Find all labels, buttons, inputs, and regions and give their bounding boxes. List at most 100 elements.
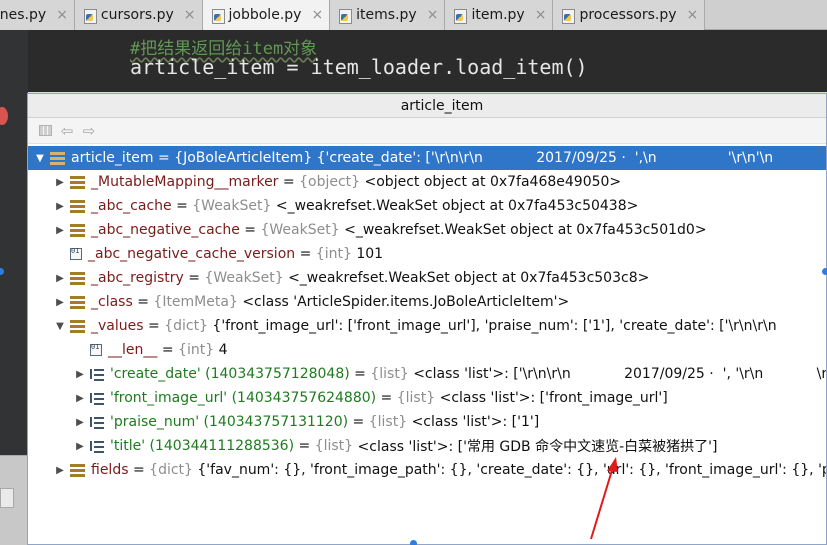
close-icon[interactable]: × [687, 8, 699, 22]
field-icon [70, 295, 85, 309]
tree-row[interactable]: ▶ _MutableMapping__marker = {object} <obj… [28, 170, 826, 194]
tree-row[interactable]: ▶ _class = {ItemMeta} <class 'ArticleSpid… [28, 290, 826, 314]
variable-name: _values [91, 318, 144, 334]
resize-handle-bottom[interactable] [410, 540, 417, 545]
tree-row[interactable]: ▶ _abc_negative_cache = {WeakSet} <_weakr… [28, 218, 826, 242]
equals-sign: = [143, 318, 165, 334]
variable-value: 101 [356, 246, 384, 262]
tab-3[interactable]: items.py × [330, 0, 446, 30]
variable-value: <class 'list'>: ['\r\n\r\n 2017/09/25 · … [413, 366, 826, 382]
python-file-icon [338, 8, 353, 24]
field-icon [70, 175, 85, 189]
collapsed-arrow-icon[interactable]: ▶ [52, 297, 68, 308]
variable-name: __len__ [108, 342, 158, 358]
tree-row[interactable]: ▶ _abc_registry = {WeakSet} <_weakrefset.… [28, 266, 826, 290]
collapsed-arrow-icon[interactable]: ▶ [72, 393, 88, 404]
field-icon [70, 223, 85, 237]
tree-row[interactable]: _abc_negative_cache_version = {int} 101 [28, 242, 826, 266]
equals-sign: = [295, 246, 316, 262]
variable-type: {dict} [164, 318, 208, 334]
tree-row[interactable]: ▶ 'front_image_url' (140343757624880) = {… [28, 386, 826, 410]
expanded-arrow-icon[interactable]: ▼ [52, 321, 68, 332]
popup-toolbar: ⇦ ⇨ [28, 118, 826, 144]
tree-row[interactable]: ▶ 'title' (140344111288536) = {list} <cla… [28, 434, 826, 458]
tree-row[interactable]: ▼ _values = {dict} {'front_image_url': ['… [28, 314, 826, 338]
close-icon[interactable]: × [535, 8, 547, 22]
variable-name: 'front_image_url' (140343757624880) [110, 390, 377, 406]
close-icon[interactable]: × [427, 8, 439, 22]
collapsed-arrow-icon[interactable]: ▶ [72, 441, 88, 452]
editor-tab-bar: lines.py × cursors.py × jobbole.py × items.py ×… [0, 0, 827, 30]
variable-value: {'fav_num': {}, 'front_image_path': {}, … [197, 462, 826, 478]
variable-type: {WeakSet} [204, 270, 284, 286]
python-file-icon [561, 8, 576, 24]
tab-4[interactable]: item.py × [445, 0, 554, 30]
collapsed-arrow-icon[interactable]: ▶ [52, 201, 68, 212]
collapsed-arrow-icon[interactable]: ▶ [52, 465, 68, 476]
collapsed-arrow-icon[interactable]: ▶ [52, 273, 68, 284]
left-strip-button[interactable] [0, 488, 14, 508]
variable-value: <object object at 0x7fa468e49050> [364, 174, 622, 190]
back-arrow-icon[interactable]: ⇦ [56, 121, 78, 141]
python-file-icon [453, 8, 468, 24]
tab-label: cursors.py [100, 7, 174, 23]
tree-row[interactable]: ▶ 'praise_num' (140343757131120) = {list}… [28, 410, 826, 434]
field-icon [50, 151, 65, 165]
variable-value: <_weakrefset.WeakSet object at 0x7fa453c… [288, 270, 650, 286]
code-call: item_loader.load_item() [310, 55, 588, 79]
collapsed-arrow-icon[interactable]: ▶ [52, 225, 68, 236]
variable-name: fields [91, 462, 129, 478]
equals-sign: = [349, 366, 371, 382]
variable-name: 'praise_num' (140343757131120) [110, 414, 349, 430]
tab-label: item.py [471, 7, 525, 23]
tab-5[interactable]: processors.py × [553, 0, 706, 30]
popup-title: article_item [28, 94, 826, 118]
tree-row[interactable]: ▶ 'create_date' (140343757128048) = {list… [28, 362, 826, 386]
close-icon[interactable]: × [311, 8, 323, 22]
close-icon[interactable]: × [56, 8, 68, 22]
variable-tree: ▼ article_item = {JoBoleArticleItem} {'cr… [28, 146, 826, 482]
collapsed-arrow-icon[interactable]: ▶ [72, 369, 88, 380]
variable-type: {ItemMeta} [153, 294, 238, 310]
collapsed-arrow-icon[interactable]: ▶ [52, 177, 68, 188]
variable-type: {object} [299, 174, 361, 190]
variable-type: {list} [368, 414, 408, 430]
tree-row[interactable]: ▶ fields = {dict} {'fav_num': {}, 'front_… [28, 458, 826, 482]
collapsed-arrow-icon[interactable]: ▶ [72, 417, 88, 428]
variable-value: <class 'list'>: ['front_image_url'] [439, 390, 668, 406]
variable-value: {'front_image_url': ['front_image_url'],… [212, 318, 826, 334]
equals-sign: = [294, 438, 315, 454]
variable-name: _MutableMapping__marker [91, 174, 279, 190]
tree-row[interactable]: ▶ _abc_cache = {WeakSet} <_weakrefset.Wea… [28, 194, 826, 218]
number-icon [90, 343, 102, 356]
list-icon [90, 367, 104, 381]
equals-sign: = [153, 150, 175, 166]
tab-0[interactable]: lines.py × [0, 0, 75, 30]
field-icon [70, 319, 85, 333]
variable-value: <class 'ArticleSpider.items.JoBoleArticl… [242, 294, 570, 310]
variable-type: {JoBoleArticleItem} [174, 150, 313, 166]
tab-label: items.py [356, 7, 417, 23]
variable-type: {int} [315, 246, 352, 262]
variable-value: 4 [218, 342, 228, 358]
grid-icon[interactable] [34, 121, 56, 141]
resize-handle-right[interactable] [822, 268, 827, 275]
variable-type: {WeakSet} [192, 198, 272, 214]
variable-value: <class 'list'>: ['常用 GDB 命令中文速览-白菜被猪拱了'] [357, 439, 718, 455]
python-file-icon [83, 8, 97, 24]
tree-row[interactable]: __len__ = {int} 4 [28, 338, 826, 362]
list-icon [90, 391, 104, 405]
forward-arrow-icon[interactable]: ⇨ [78, 121, 100, 141]
equals-sign: = [128, 462, 150, 478]
equals-sign: = [239, 222, 261, 238]
close-icon[interactable]: × [184, 8, 196, 22]
equals-sign: = [157, 342, 179, 358]
tree-row[interactable]: ▼ article_item = {JoBoleArticleItem} {'cr… [28, 146, 826, 170]
tab-2[interactable]: jobbole.py × [202, 0, 331, 30]
variable-value: <class 'list'>: ['1'] [411, 414, 540, 430]
field-icon [70, 199, 85, 213]
expanded-arrow-icon[interactable]: ▼ [32, 153, 48, 164]
code-editor[interactable]: #把结果返回给item对象 article_item = item_loader… [28, 30, 827, 92]
tab-1[interactable]: cursors.py × [74, 0, 203, 30]
variable-type: {dict} [149, 462, 193, 478]
